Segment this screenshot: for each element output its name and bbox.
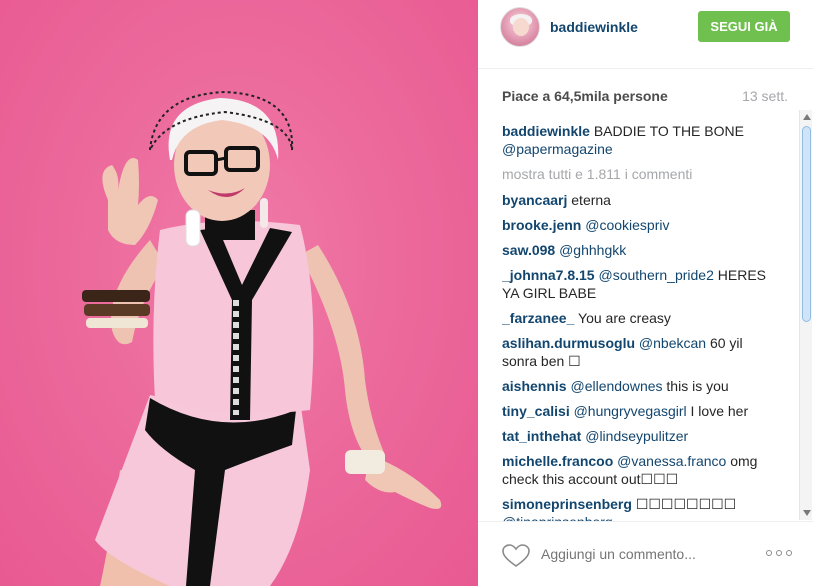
avatar-face	[513, 18, 529, 36]
comment-mention[interactable]: @cookiespriv	[585, 217, 669, 233]
list-item: _johnna7.8.15 @southern_pride2 HERES YA …	[502, 266, 770, 302]
post-side-panel: baddiewinkle SEGUI GIÀ Piace a 64,5mila …	[478, 0, 814, 586]
caption-mention[interactable]: @papermagazine	[502, 141, 613, 157]
comment-user[interactable]: _farzanee_	[502, 310, 574, 326]
likes-row: Piace a 64,5mila persone 13 sett.	[478, 68, 814, 112]
list-item: _farzanee_ You are creasy	[502, 309, 770, 327]
list-item: aishennis @ellendownes this is you	[502, 377, 770, 395]
list-item: saw.098 @ghhhgkk	[502, 241, 770, 259]
comment-text: I love her	[690, 403, 749, 419]
caption: baddiewinkle BADDIE TO THE BONE @paperma…	[502, 122, 770, 158]
comment-mention[interactable]: @ghhhgkk	[559, 242, 626, 258]
comment-mention[interactable]: @southern_pride2	[598, 267, 713, 283]
comment-user[interactable]: aishennis	[502, 378, 567, 394]
list-item: tat_inthehat @lindseypulitzer	[502, 427, 770, 445]
avatar[interactable]	[500, 7, 540, 47]
comment-user[interactable]: simoneprinsenberg	[502, 496, 632, 512]
comment-user[interactable]: michelle.francoo	[502, 453, 613, 469]
post-photo[interactable]	[0, 0, 478, 586]
comment-user[interactable]: saw.098	[502, 242, 555, 258]
dot	[786, 550, 792, 556]
post-header: baddiewinkle SEGUI GIÀ	[478, 0, 814, 58]
comment-mention[interactable]: @lindseypulitzer	[585, 428, 688, 444]
scrollbar-thumb[interactable]	[802, 126, 811, 322]
comments-scrollbar[interactable]	[799, 110, 812, 520]
following-button[interactable]: SEGUI GIÀ	[698, 11, 790, 42]
comment-user[interactable]: aslihan.durmusoglu	[502, 335, 635, 351]
show-all-comments-link[interactable]: mostra tutti e 1.811 i commenti	[502, 165, 770, 183]
list-item: brooke.jenn @cookiespriv	[502, 216, 770, 234]
comment-mention[interactable]: @vanessa.franco	[617, 453, 726, 469]
comment-user[interactable]: tiny_calisi	[502, 403, 570, 419]
comment-user[interactable]: tat_inthehat	[502, 428, 581, 444]
list-item: aslihan.durmusoglu @nbekcan 60 yil sonra…	[502, 334, 770, 370]
comment-mention[interactable]: @ellendownes	[570, 378, 662, 394]
comment-mention[interactable]: @hungryvegasgirl	[574, 403, 687, 419]
post-footer	[478, 521, 814, 586]
comment-text: eterna	[571, 192, 611, 208]
photo-illustration	[82, 90, 442, 586]
list-item: tiny_calisi @hungryvegasgirl I love her	[502, 402, 770, 420]
comment-user[interactable]: byancaarj	[502, 192, 567, 208]
comment-text: this is you	[666, 378, 729, 394]
more-options-icon[interactable]	[766, 550, 794, 558]
caption-user[interactable]: baddiewinkle	[502, 123, 590, 139]
comment-text: You are creasy	[578, 310, 671, 326]
scroll-up-arrow-icon[interactable]	[803, 114, 811, 120]
dot	[776, 550, 782, 556]
likes-count[interactable]: Piace a 64,5mila persone	[502, 88, 668, 104]
comment-text: ☐☐☐☐☐☐☐☐	[635, 496, 737, 512]
scroll-down-arrow-icon[interactable]	[803, 510, 811, 516]
comment-input[interactable]	[541, 546, 741, 562]
comments-list: baddiewinkle BADDIE TO THE BONE @paperma…	[502, 122, 770, 522]
post-date[interactable]: 13 sett.	[742, 88, 788, 104]
username-link[interactable]: baddiewinkle	[550, 19, 638, 35]
list-item: michelle.francoo @vanessa.franco omg che…	[502, 452, 770, 488]
caption-text: BADDIE TO THE BONE	[593, 123, 744, 139]
comment-user[interactable]: brooke.jenn	[502, 217, 581, 233]
list-item: byancaarj eterna	[502, 191, 770, 209]
dot	[766, 550, 772, 556]
list-item: simoneprinsenberg ☐☐☐☐☐☐☐☐ @tinaprinsenb…	[502, 495, 770, 522]
comment-user[interactable]: _johnna7.8.15	[502, 267, 595, 283]
comment-mention[interactable]: @nbekcan	[639, 335, 706, 351]
heart-icon[interactable]	[502, 544, 530, 573]
